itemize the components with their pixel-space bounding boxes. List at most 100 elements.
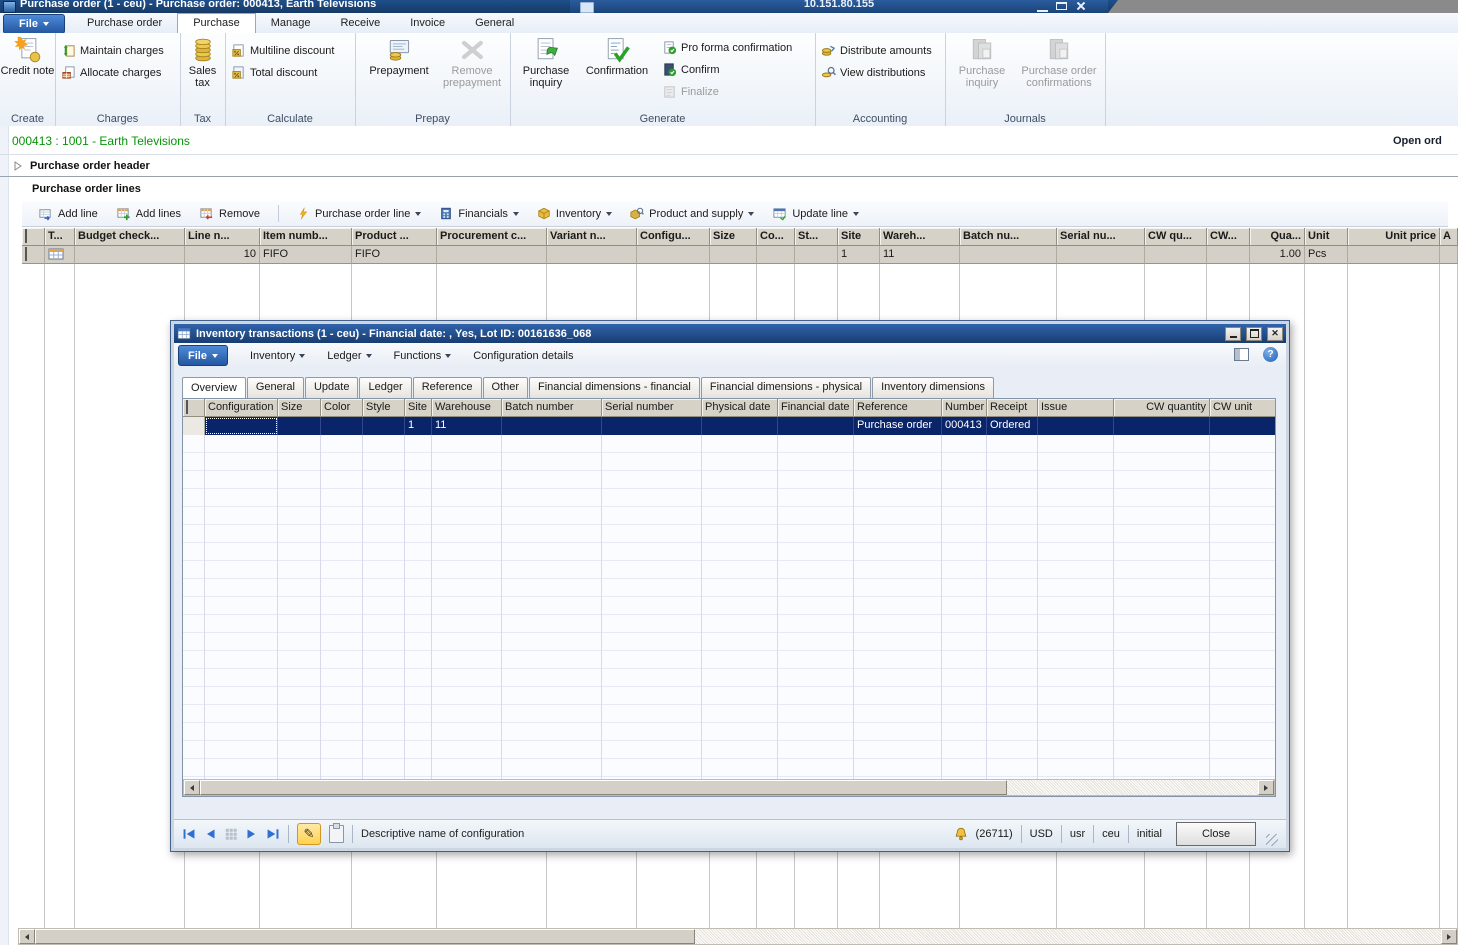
cell-unit-price[interactable] [1348, 246, 1440, 264]
purchase-order-line-menu[interactable]: Purchase order line [297, 206, 421, 221]
resize-grip[interactable] [1266, 834, 1278, 846]
dialog-close-button[interactable]: ✕ [1267, 327, 1283, 341]
col-configuration[interactable]: Configu... [637, 228, 710, 246]
status-company[interactable]: ceu [1102, 828, 1120, 840]
col-variant[interactable]: Variant n... [547, 228, 637, 246]
tab-purchase-order[interactable]: Purchase order [72, 13, 177, 33]
cell-receipt[interactable]: Ordered [987, 417, 1038, 435]
cell-cw-unit[interactable] [1207, 246, 1250, 264]
status-user[interactable]: usr [1070, 828, 1085, 840]
checkbox[interactable] [25, 247, 27, 261]
scrollbar-track[interactable] [695, 929, 1441, 944]
cell-procurement[interactable] [437, 246, 547, 264]
layout-icon[interactable] [1234, 348, 1249, 361]
col-amount[interactable]: A [1440, 228, 1458, 246]
scroll-left-button[interactable] [19, 929, 35, 944]
col-cw-quantity[interactable]: CW qu... [1145, 228, 1207, 246]
pro-forma-confirmation-button[interactable]: Pro forma confirmation [662, 38, 792, 57]
add-line-button[interactable]: Add line [38, 206, 98, 221]
dialog-functions-menu[interactable]: Functions [394, 350, 452, 362]
tab-purchase[interactable]: Purchase [177, 13, 255, 33]
restore-icon[interactable] [1056, 2, 1067, 10]
edit-record-button[interactable]: ✎ [297, 823, 321, 845]
multiline-discount-button[interactable]: Multiline discount [231, 41, 334, 60]
finalize-button[interactable]: Finalize [662, 82, 719, 101]
col-item-number[interactable]: Item numb... [260, 228, 352, 246]
cell-physical-date[interactable] [702, 417, 778, 435]
cell-color[interactable] [321, 417, 363, 435]
tab-overview[interactable]: Overview [182, 377, 246, 398]
col-size[interactable]: Size [710, 228, 757, 246]
cell-amount[interactable] [1440, 246, 1458, 264]
scroll-right-button[interactable] [1441, 929, 1457, 944]
col-warehouse[interactable]: Wareh... [880, 228, 960, 246]
tab-ledger[interactable]: Ledger [359, 377, 411, 398]
update-line-menu[interactable]: Update line [772, 206, 859, 221]
dialog-configuration-details[interactable]: Configuration details [473, 350, 573, 362]
close-icon[interactable] [1075, 2, 1086, 10]
close-button[interactable]: Close [1176, 822, 1256, 846]
dialog-ledger-menu[interactable]: Ledger [327, 350, 371, 362]
col-number[interactable]: Number [942, 399, 987, 417]
file-menu-button[interactable]: File [3, 14, 65, 34]
tab-general[interactable]: General [247, 377, 304, 398]
col-configuration[interactable]: Configuration [205, 399, 278, 417]
col-cw-unit[interactable]: CW unit [1210, 399, 1276, 417]
cell-cw-quantity[interactable] [1145, 246, 1207, 264]
cell-site[interactable]: 1 [405, 417, 432, 435]
allocate-charges-button[interactable]: Allocate charges [61, 63, 161, 82]
col-quantity[interactable]: Qua... [1250, 228, 1305, 246]
cell-configuration[interactable] [637, 246, 710, 264]
cell-style[interactable] [795, 246, 838, 264]
col-procurement[interactable]: Procurement c... [437, 228, 547, 246]
maintain-charges-button[interactable]: Maintain charges [61, 41, 164, 60]
credit-note-button[interactable]: Credit note [0, 36, 55, 77]
col-product[interactable]: Product ... [352, 228, 437, 246]
tab-general[interactable]: General [460, 13, 529, 33]
cell-financial-date[interactable] [778, 417, 854, 435]
cell-variant[interactable] [547, 246, 637, 264]
tab-reference[interactable]: Reference [413, 377, 482, 398]
view-distributions-button[interactable]: View distributions [821, 63, 925, 82]
scroll-left-button[interactable] [184, 780, 200, 795]
cell-budget-check[interactable] [75, 246, 185, 264]
col-financial-date[interactable]: Financial date [778, 399, 854, 417]
dialog-horizontal-scrollbar[interactable] [183, 779, 1275, 796]
next-record-icon[interactable] [246, 827, 258, 841]
dialog-titlebar[interactable]: Inventory transactions (1 - ceu) - Finan… [174, 324, 1286, 343]
cell-batch-number[interactable] [502, 417, 602, 435]
scrollbar-thumb[interactable] [200, 780, 1007, 795]
confirm-button[interactable]: Confirm [662, 60, 720, 79]
purchase-inquiry-button[interactable]: Purchase inquiry [516, 36, 576, 89]
col-serial[interactable]: Serial nu... [1057, 228, 1145, 246]
minimize-icon[interactable] [1037, 2, 1048, 12]
cell-unit[interactable]: Pcs [1305, 246, 1348, 264]
col-serial-number[interactable]: Serial number [602, 399, 702, 417]
remove-button[interactable]: Remove [199, 206, 260, 221]
cell-number[interactable]: 000413 [942, 417, 987, 435]
dialog-file-menu[interactable]: File [178, 345, 228, 366]
status-partition[interactable]: initial [1137, 828, 1162, 840]
col-physical-date[interactable]: Physical date [702, 399, 778, 417]
inventory-menu[interactable]: Inventory [537, 206, 612, 221]
tab-manage[interactable]: Manage [256, 13, 326, 33]
first-record-icon[interactable] [182, 827, 196, 841]
main-horizontal-scrollbar[interactable] [18, 928, 1458, 945]
notification-bell-icon[interactable] [954, 827, 968, 841]
col-reference[interactable]: Reference [854, 399, 942, 417]
cell-color[interactable] [757, 246, 795, 264]
tab-invoice[interactable]: Invoice [395, 13, 460, 33]
cell-batch[interactable] [960, 246, 1057, 264]
col-unit[interactable]: Unit [1305, 228, 1348, 246]
tab-other[interactable]: Other [483, 377, 529, 398]
col-cw-unit[interactable]: CW... [1207, 228, 1250, 246]
col-type[interactable]: T... [45, 228, 75, 246]
col-batch-number[interactable]: Batch number [502, 399, 602, 417]
tab-fin-dim-physical[interactable]: Financial dimensions - physical [701, 377, 871, 398]
grid-view-icon[interactable] [224, 827, 238, 841]
cell-serial-number[interactable] [602, 417, 702, 435]
col-receipt[interactable]: Receipt [987, 399, 1038, 417]
col-color[interactable]: Co... [757, 228, 795, 246]
total-discount-button[interactable]: Total discount [231, 63, 317, 82]
select-all-header[interactable] [22, 228, 45, 246]
